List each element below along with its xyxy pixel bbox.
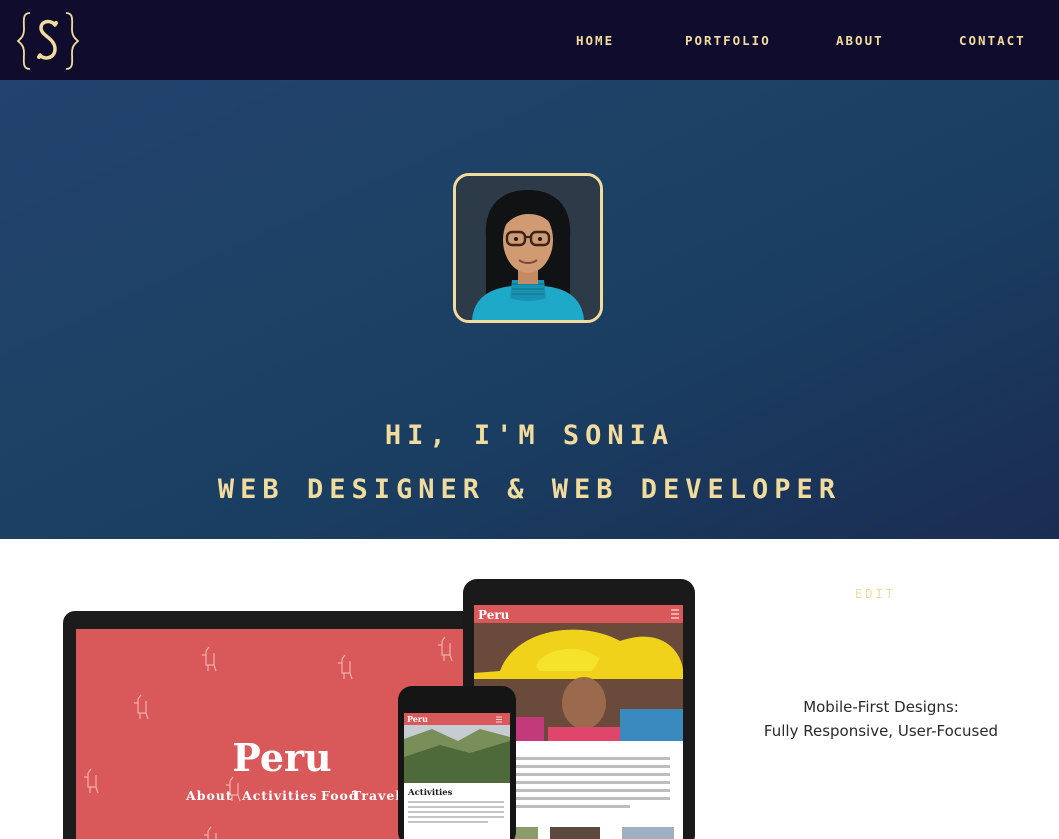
tablet-title: Peru: [478, 608, 510, 622]
project-description: Mobile-First Designs: Fully Responsive, …: [740, 695, 1022, 743]
mockup-nav-about: About: [185, 788, 233, 803]
nav-about-link[interactable]: ABOUT: [836, 33, 884, 49]
mockup-title: Peru: [232, 735, 331, 780]
logo-icon[interactable]: [16, 9, 80, 73]
avatar-icon: [456, 176, 600, 320]
hero-section: HI, I'M SONIA WEB DESIGNER & WEB DEVELOP…: [0, 80, 1059, 539]
portfolio-section: Peru About Activities Food Travel Peru P…: [0, 539, 1059, 839]
responsive-mockup-image[interactable]: Peru About Activities Food Travel Peru P…: [60, 579, 700, 839]
description-line-2: Fully Responsive, User-Focused: [763, 722, 999, 740]
mockup-nav-travel: Travel: [352, 788, 401, 803]
description-line-1: Mobile-First Designs:: [803, 698, 959, 716]
top-navbar: HOME PORTFOLIO ABOUT CONTACT: [0, 0, 1059, 80]
avatar: [453, 173, 603, 323]
nav-home-link[interactable]: HOME: [576, 33, 614, 49]
hero-role: WEB DESIGNER & WEB DEVELOPER: [217, 474, 842, 505]
phone-title: Peru: [407, 714, 428, 724]
hero-greeting: HI, I'M SONIA: [384, 420, 675, 451]
nav-contact-link[interactable]: CONTACT: [959, 33, 1026, 49]
nav-portfolio-link[interactable]: PORTFOLIO: [685, 33, 771, 49]
mockup-nav-activities: Activities: [241, 788, 317, 803]
phone-section-heading: Activities: [407, 788, 453, 798]
edit-link[interactable]: EDIT: [855, 587, 896, 601]
